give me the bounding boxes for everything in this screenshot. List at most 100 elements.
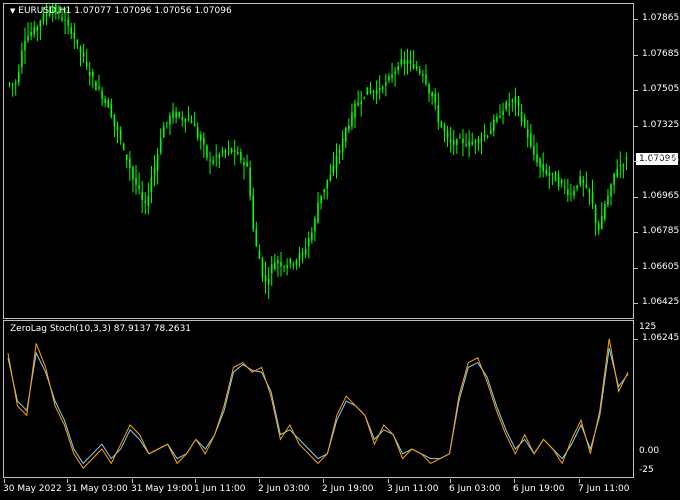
candle-body — [418, 69, 421, 74]
candle-body — [332, 165, 335, 173]
price-tick-mark — [634, 267, 638, 269]
candle-body — [613, 173, 615, 185]
candle-body — [218, 154, 221, 158]
time-tick-mark — [195, 479, 196, 483]
price-tick-label: 1.07865 — [642, 13, 680, 23]
candle-body — [545, 169, 548, 175]
candle-body — [585, 184, 588, 188]
candle-body — [119, 130, 122, 140]
price-chart-panel[interactable]: ▼ EURUSD,H1 1.07077 1.07096 1.07056 1.07… — [3, 3, 634, 319]
candle-body — [252, 195, 255, 230]
candle-body — [375, 90, 378, 95]
candle-body — [465, 144, 467, 146]
candle-body — [70, 27, 73, 35]
candle-body — [474, 140, 477, 143]
candle-body — [489, 130, 492, 135]
candle-body — [508, 103, 511, 106]
candle-body — [76, 39, 79, 44]
candle-body — [113, 114, 116, 127]
candle-body — [548, 172, 551, 176]
oscillator-tick-label: -25 — [639, 465, 654, 475]
price-tick-mark — [634, 232, 638, 233]
candle-body — [159, 137, 162, 153]
candle-body — [255, 228, 258, 246]
candle-body — [181, 116, 184, 120]
candle-body — [193, 123, 196, 126]
candle-body — [412, 64, 415, 69]
price-tick-mark — [634, 196, 638, 198]
time-tick-label: 2 Jun 03:00 — [258, 484, 310, 494]
candle-body — [576, 185, 578, 189]
candle-body — [557, 176, 560, 187]
stochastic-panel[interactable]: ZeroLag Stoch(10,3,3) 87.9137 78.2631 — [3, 320, 634, 478]
candle-body — [98, 86, 100, 89]
candle-body — [209, 159, 211, 161]
price-tick-mark — [634, 90, 638, 91]
candle-body — [560, 179, 563, 184]
candle-body — [536, 154, 538, 163]
candle-body — [116, 126, 119, 131]
candle-body — [206, 145, 208, 158]
symbol-header-text: EURUSD,H1 1.07077 1.07096 1.07056 1.0709… — [18, 6, 232, 16]
candle-body — [135, 177, 137, 185]
candle-body — [486, 136, 489, 138]
candle-body — [295, 260, 298, 264]
candle-body — [567, 189, 569, 196]
candle-body — [542, 164, 544, 172]
stochastic-svg — [7, 338, 629, 469]
candle-body — [101, 90, 103, 99]
candle-body — [283, 266, 285, 268]
candle-body — [110, 104, 113, 117]
candle-body — [258, 250, 261, 259]
candle-body — [369, 90, 372, 93]
candle-body — [588, 189, 591, 193]
candle-body — [372, 91, 375, 93]
time-tick-mark — [450, 479, 451, 483]
candle-body — [409, 60, 412, 64]
candle-body — [267, 278, 270, 285]
candle-body — [397, 66, 399, 71]
candle-body — [366, 87, 369, 95]
candle-body — [381, 87, 384, 89]
time-tick-label: 31 May 19:00 — [131, 484, 193, 494]
chart-window[interactable]: ▼ EURUSD,H1 1.07077 1.07096 1.07056 1.07… — [0, 0, 680, 500]
candle-body — [274, 262, 276, 270]
candle-body — [385, 82, 387, 86]
time-tick-label: 6 Jun 03:00 — [449, 484, 501, 494]
candle-body — [199, 134, 202, 141]
candle-body — [92, 72, 94, 77]
candle-body — [400, 59, 403, 65]
oscillator-tick-label: 125 — [639, 322, 657, 332]
candle-body — [33, 27, 36, 35]
time-tick-mark — [4, 479, 5, 483]
candle-body — [27, 35, 29, 41]
candle-body — [520, 112, 523, 122]
candle-body — [462, 138, 464, 144]
candle-body — [539, 158, 541, 167]
time-tick-label: 3 Jun 11:00 — [387, 484, 439, 494]
candle-body — [363, 96, 366, 98]
candle-body — [172, 111, 174, 119]
candle-body — [610, 184, 612, 197]
candle-body — [156, 154, 159, 171]
candle-body — [169, 115, 171, 125]
collapse-arrow-icon[interactable]: ▼ — [10, 7, 15, 15]
time-tick-label: 31 May 03:00 — [66, 484, 128, 494]
candle-body — [622, 164, 625, 166]
price-tick-mark — [634, 125, 638, 127]
candle-body — [17, 71, 20, 83]
candle-body — [570, 193, 572, 195]
candle-body — [246, 162, 248, 167]
candle-body — [471, 142, 474, 145]
stoch-signal-line — [7, 348, 629, 465]
candle-body — [403, 59, 406, 64]
time-tick-mark — [67, 479, 68, 483]
candle-body — [79, 46, 82, 53]
candle-body — [286, 265, 288, 268]
candle-body — [437, 105, 440, 123]
time-tick-mark — [323, 479, 324, 483]
candle-body — [591, 192, 594, 205]
price-tick-label: 1.06785 — [642, 226, 680, 236]
candle-body — [452, 140, 455, 145]
time-tick-mark — [388, 479, 389, 483]
